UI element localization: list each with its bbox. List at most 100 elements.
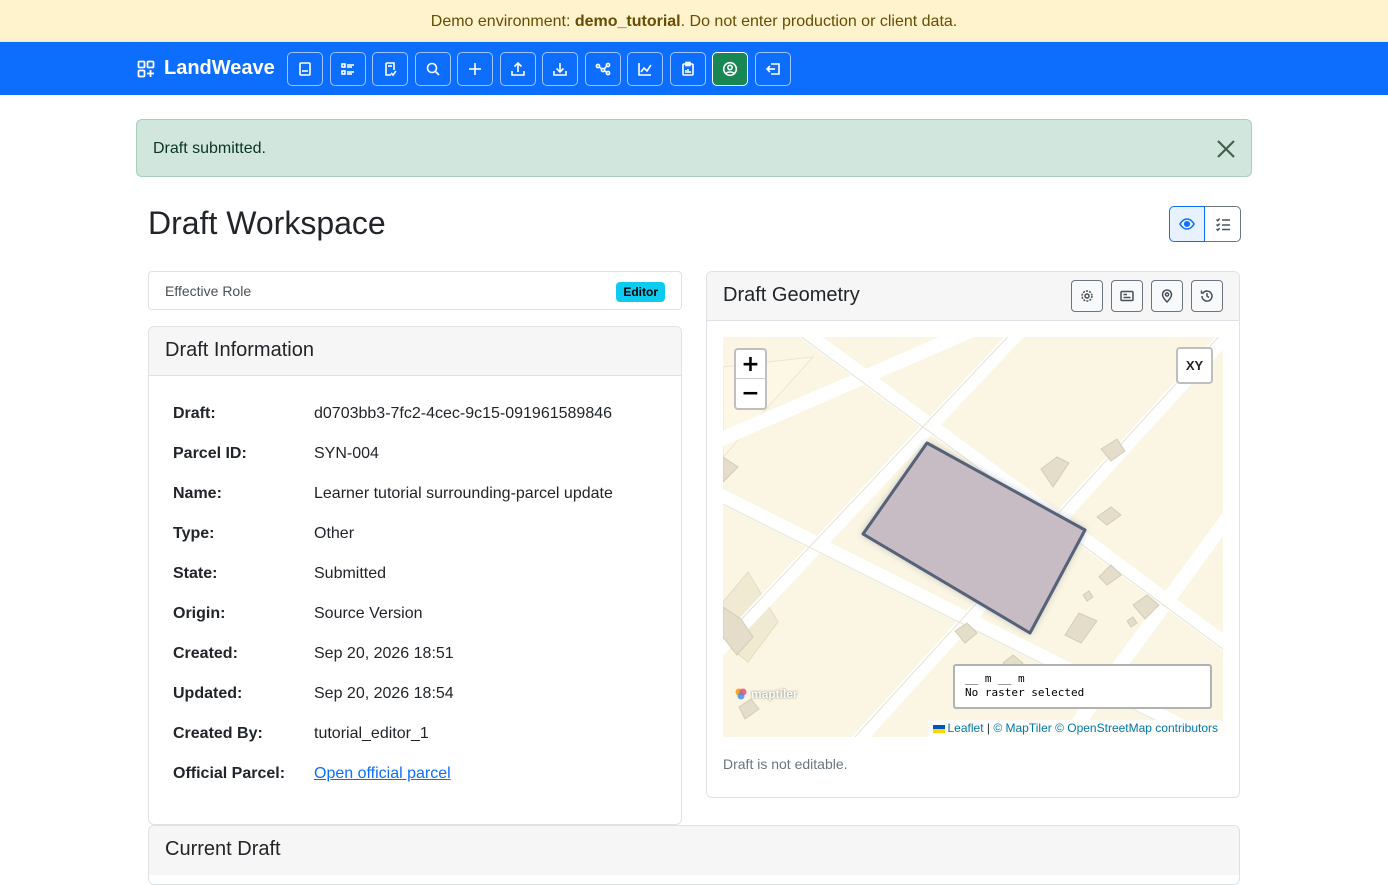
map-card-button[interactable] [1111, 280, 1143, 312]
info-row: Parcel ID: SYN-004 [173, 434, 613, 474]
info-value: Sep 20, 2026 18:51 [314, 645, 454, 662]
nav-search-button[interactable] [414, 52, 451, 86]
scale-text: __ m __ m [965, 672, 1025, 685]
plus-icon [469, 63, 481, 75]
nav-chart-button[interactable] [627, 52, 663, 86]
draft-not-editable-note: Draft is not editable. [723, 756, 848, 772]
info-value: Submitted [314, 565, 387, 582]
current-draft-title: Current Draft [149, 826, 1239, 875]
draft-geometry-map[interactable]: + − XY maptiler __ m __ m No raster sele… [723, 337, 1223, 737]
map-history-button[interactable] [1191, 280, 1223, 312]
nav-network-button[interactable] [584, 52, 621, 86]
list-icon [340, 63, 354, 75]
info-row: Updated: Sep 20, 2026 18:54 [173, 674, 613, 714]
info-key: State: [173, 565, 218, 582]
info-row: Created: Sep 20, 2026 18:51 [173, 634, 613, 674]
info-value: tutorial_editor_1 [314, 725, 429, 742]
info-value: Open official parcel [314, 754, 451, 794]
upload-icon [510, 61, 525, 76]
current-draft-card: Current Draft [148, 825, 1240, 885]
brand-link[interactable]: LandWeave [137, 42, 275, 95]
info-value: d0703bb3-7fc2-4cec-9c15-091961589846 [314, 405, 613, 422]
info-row: Origin: Source Version [173, 594, 613, 634]
open-official-parcel-link[interactable]: Open official parcel [314, 765, 451, 782]
map-settings-button[interactable] [1071, 280, 1103, 312]
info-key: Name: [173, 485, 222, 502]
drafts-icon [385, 62, 397, 77]
view-toggle-group [1169, 206, 1241, 242]
logout-icon [765, 63, 780, 75]
clipboard-icon [681, 61, 694, 76]
top-navbar: LandWeave [0, 42, 1388, 95]
nav-clipboard-button[interactable] [669, 52, 706, 86]
download-icon [553, 63, 567, 76]
coordinates-toggle-button[interactable]: XY [1176, 347, 1213, 384]
nav-download-button[interactable] [542, 52, 578, 86]
gear-icon [1081, 290, 1093, 302]
book-icon [299, 62, 311, 76]
demo-environment-banner: Demo environment: demo_tutorial. Do not … [0, 0, 1388, 42]
info-row: State: Submitted [173, 554, 613, 594]
info-key: Origin: [173, 605, 226, 622]
banner-env-name: demo_tutorial [574, 13, 681, 30]
nav-drafts-button[interactable] [372, 52, 408, 86]
maptiler-link[interactable]: © MapTiler [993, 721, 1051, 735]
draft-information-card: Draft Information Draft: d0703bb3-7fc2-4c… [148, 326, 682, 825]
leaflet-link[interactable]: Leaflet [948, 721, 984, 735]
osm-link[interactable]: © OpenStreetMap contributors [1055, 721, 1218, 735]
close-icon[interactable] [1215, 138, 1237, 160]
info-key: Created By: [173, 725, 263, 742]
attribution-separator: | [983, 721, 994, 735]
network-icon [595, 62, 610, 76]
zoom-in-button[interactable]: + [736, 350, 765, 379]
info-value: SYN-004 [314, 445, 379, 462]
maptiler-logo[interactable]: maptiler [734, 687, 798, 701]
map-attribution: Leaflet | © MapTiler © OpenStreetMap con… [927, 720, 1223, 737]
effective-role-card: Effective Role Editor [148, 271, 682, 310]
eye-icon [1179, 218, 1195, 230]
info-row: Draft: d0703bb3-7fc2-4cec-9c15-0919615898… [173, 394, 613, 434]
raster-status: No raster selected [965, 686, 1085, 699]
draft-information-title: Draft Information [149, 327, 681, 376]
chart-icon [638, 63, 652, 76]
nav-book-button[interactable] [287, 52, 323, 86]
id-card-icon [1120, 290, 1134, 302]
view-preview-button[interactable] [1169, 206, 1205, 242]
info-key: Parcel ID: [173, 445, 247, 462]
info-key: Official Parcel: [173, 765, 286, 782]
nav-list-button[interactable] [329, 52, 366, 86]
user-circle-icon [722, 61, 738, 77]
draft-geometry-card: Draft Geometry + − XY maptiler __ m __ m… [706, 271, 1240, 798]
view-checklist-button[interactable] [1205, 206, 1241, 242]
info-value: Other [314, 525, 355, 542]
info-key: Created: [173, 645, 238, 662]
brand-name: LandWeave [164, 57, 275, 79]
history-icon [1200, 290, 1213, 302]
page-title: Draft Workspace [148, 205, 386, 241]
nav-account-button[interactable] [712, 52, 748, 86]
map-location-button[interactable] [1151, 280, 1183, 312]
draft-information-list: Draft: d0703bb3-7fc2-4cec-9c15-0919615898… [173, 394, 613, 794]
info-value: Learner tutorial surrounding-parcel upda… [314, 485, 613, 502]
info-row-official-parcel: Official Parcel: Open official parcel [173, 754, 613, 794]
success-alert: Draft submitted. [136, 119, 1252, 177]
info-row: Name: Learner tutorial surrounding-parcel… [173, 474, 613, 514]
info-value: Source Version [314, 605, 423, 622]
nav-add-button[interactable] [457, 52, 493, 86]
geometry-toolbar [1071, 280, 1223, 312]
maptiler-logo-icon [735, 688, 747, 700]
scale-raster-info: __ m __ m No raster selected [953, 664, 1212, 709]
effective-role-label: Effective Role [165, 283, 252, 299]
info-value: Sep 20, 2026 18:54 [314, 685, 454, 702]
maptiler-logo-text: maptiler [751, 687, 798, 701]
checklist-icon [1215, 218, 1230, 232]
alert-message: Draft submitted. [153, 140, 266, 157]
ukraine-flag-icon [932, 724, 945, 733]
banner-prefix: Demo environment: [430, 13, 575, 30]
map-zoom-control: + − [734, 348, 767, 410]
grid-logo-icon [137, 60, 155, 77]
nav-upload-button[interactable] [499, 52, 536, 86]
nav-logout-button[interactable] [754, 52, 791, 86]
zoom-out-button[interactable]: − [736, 379, 765, 408]
map-pin-icon [1161, 289, 1173, 303]
